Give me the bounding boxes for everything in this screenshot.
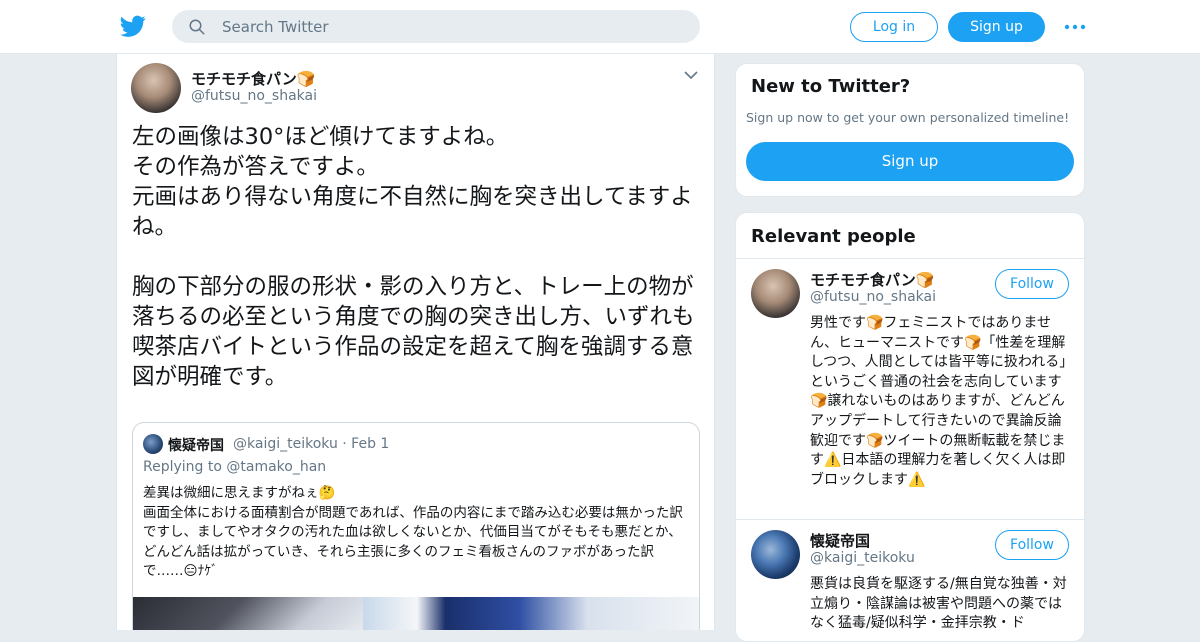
signup-button[interactable]: Sign up [948, 12, 1045, 42]
tweet-card: モチモチ食パン🍞 @futsu_no_shakai 左の画像は30°ほど傾けてま… [116, 54, 715, 630]
new-to-twitter-card: New to Twitter? Sign up now to get your … [735, 63, 1085, 197]
relevant-people-title: Relevant people [751, 226, 916, 247]
quoted-display-name: 懐疑帝国 [168, 438, 224, 454]
person-display-name[interactable]: 懐疑帝国 [810, 530, 870, 551]
person-item: モチモチ食パン🍞 @futsu_no_shakai Follow 男性です🍞フェ… [736, 259, 1084, 519]
quoted-text: 差異は微細に思えますがねぇ🤔 画面全体における面積割合が問題であれば、作品の内容… [143, 485, 683, 579]
quoted-media-image-left [133, 597, 363, 630]
search-input[interactable]: Search Twitter [222, 18, 329, 36]
quoted-avatar [143, 434, 163, 454]
login-button[interactable]: Log in [850, 12, 938, 42]
chevron-down-icon[interactable] [683, 70, 699, 80]
tweet-handle[interactable]: @futsu_no_shakai [191, 88, 317, 104]
person-item: 懐疑帝国 @kaigi_teikoku Follow 悪貨は良貨を駆逐する/無自… [736, 520, 1084, 641]
quoted-tweet[interactable]: 懐疑帝国 @kaigi_teikoku · Feb 1 Replying to … [132, 422, 700, 630]
quoted-handle-date: @kaigi_teikoku · Feb 1 [233, 436, 390, 452]
person-bio: 悪貨は良貨を駆逐する/無自覚な独善・対立煽り・陰謀論は被害や問題への薬ではなく猛… [810, 576, 1067, 632]
person-handle[interactable]: @kaigi_teikoku [810, 550, 915, 566]
avatar[interactable] [751, 269, 800, 318]
top-bar: Search Twitter Log in Sign up [0, 0, 1200, 54]
twitter-bird-icon[interactable] [120, 13, 146, 39]
search-bar[interactable]: Search Twitter [172, 10, 700, 43]
new-to-twitter-subtitle: Sign up now to get your own personalized… [746, 110, 1070, 125]
person-display-name[interactable]: モチモチ食パン🍞 [810, 269, 934, 290]
person-bio: 男性です🍞フェミニストではありません、ヒューマニストです🍞「性差を理解しつつ、人… [810, 315, 1067, 488]
relevant-people-card: Relevant people モチモチ食パン🍞 @futsu_no_shaka… [735, 212, 1085, 642]
person-handle[interactable]: @futsu_no_shakai [810, 289, 936, 305]
avatar[interactable] [751, 530, 800, 579]
quoted-reply-to: Replying to @tamako_han [143, 459, 327, 475]
avatar[interactable] [131, 63, 181, 113]
new-to-twitter-title: New to Twitter? [751, 76, 911, 97]
sidebar-signup-button[interactable]: Sign up [746, 142, 1074, 181]
tweet-display-name[interactable]: モチモチ食パン🍞 [191, 68, 315, 89]
search-icon [189, 19, 205, 35]
tweet-text: 左の画像は30°ほど傾けてますよね。 その作為が答えですよ。 元画はあり得ない角… [132, 124, 695, 390]
more-options-icon[interactable] [1064, 24, 1086, 30]
follow-button[interactable]: Follow [995, 269, 1069, 299]
follow-button[interactable]: Follow [995, 530, 1069, 560]
